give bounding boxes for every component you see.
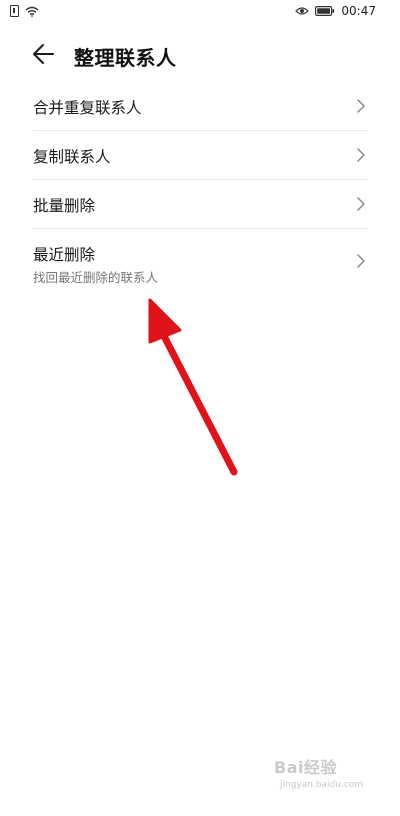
- app-header: 整理联系人: [0, 34, 400, 74]
- menu-item-sublabel: 找回最近删除的联系人: [33, 270, 159, 285]
- status-time: 00:47: [341, 4, 376, 18]
- menu-item-label: 复制联系人: [33, 148, 111, 166]
- status-bar: 00:47: [0, 0, 400, 26]
- menu-item-merge-duplicates[interactable]: 合并重复联系人: [33, 82, 368, 131]
- menu-item-batch-delete[interactable]: 批量删除: [33, 180, 368, 229]
- watermark-logo: Bai经验: [274, 758, 337, 777]
- wifi-icon: [25, 6, 39, 17]
- chevron-right-icon: [357, 197, 365, 211]
- watermark-sub: jingyan.baidu.com: [280, 780, 364, 790]
- eye-icon: [295, 6, 310, 16]
- menu-item-label: 批量删除: [33, 197, 96, 215]
- status-bar-left: [10, 5, 39, 17]
- watermark: Bai经验 jingyan.baidu.com: [274, 754, 374, 794]
- menu-item-copy-contacts[interactable]: 复制联系人: [33, 131, 368, 180]
- chevron-right-icon: [357, 254, 365, 268]
- menu-item-recently-deleted[interactable]: 最近删除 找回最近删除的联系人: [33, 229, 368, 293]
- arrow-left-icon: [33, 44, 54, 64]
- battery-icon: [315, 6, 335, 16]
- back-button[interactable]: [30, 40, 58, 68]
- status-bar-right: 00:47: [295, 4, 376, 18]
- menu-list: 合并重复联系人 复制联系人 批量删除 最近删除 找回最近删除的联系人: [33, 82, 368, 293]
- chevron-right-icon: [357, 99, 365, 113]
- menu-item-label: 合并重复联系人: [33, 99, 142, 117]
- menu-item-label: 最近删除: [33, 246, 96, 264]
- annotation-arrow: [148, 298, 238, 476]
- page-title: 整理联系人: [74, 46, 177, 70]
- chevron-right-icon: [357, 148, 365, 162]
- sim-icon: [10, 5, 19, 17]
